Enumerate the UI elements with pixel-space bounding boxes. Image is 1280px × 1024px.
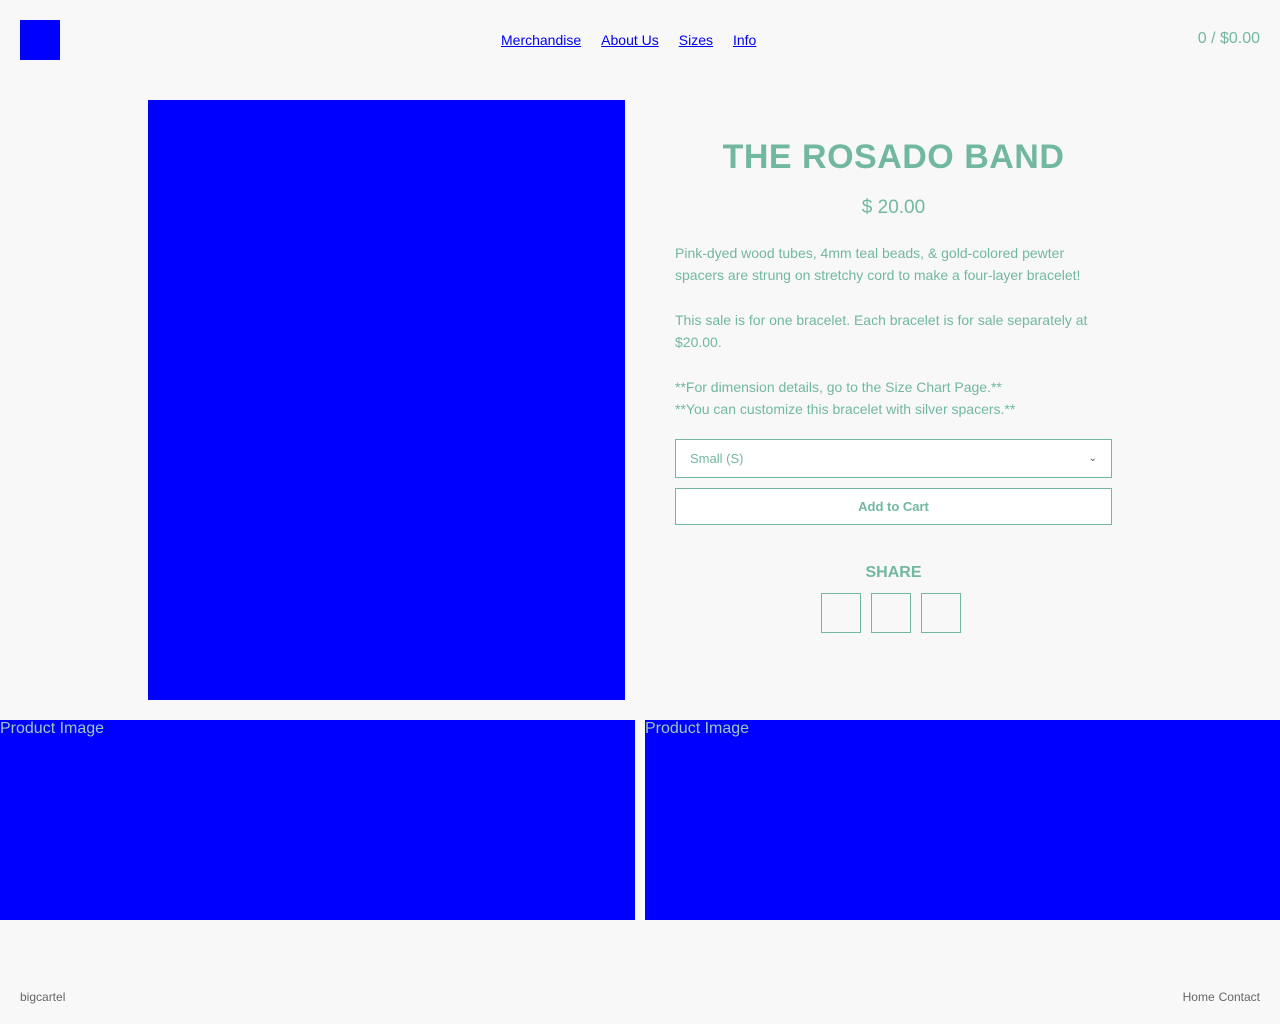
description-paragraph: Pink-dyed wood tubes, 4mm teal beads, & … [675, 245, 1081, 283]
chevron-down-icon: ⌄ [1088, 453, 1097, 464]
description-paragraph: This sale is for one bracelet. Each brac… [675, 312, 1088, 350]
share-twitter-icon[interactable] [871, 593, 911, 633]
product-image-thumbnail[interactable]: Product Image [0, 720, 635, 920]
product-price: $ 20.00 [861, 197, 926, 218]
share-pinterest-icon[interactable] [921, 593, 961, 633]
nav-about-us[interactable]: About Us [601, 32, 659, 48]
product-image-thumbnail[interactable]: Product Image [645, 720, 1280, 920]
store-logo[interactable] [20, 20, 60, 60]
main-nav: Merchandise About Us Sizes Info [501, 32, 756, 48]
product-main-image[interactable] [148, 100, 625, 700]
product-title: THE ROSADO BAND [722, 138, 1065, 176]
size-select[interactable]: Small (S) ⌄ [675, 439, 1112, 478]
share-facebook-icon[interactable] [821, 593, 861, 633]
broken-image-alt: Product Image [645, 720, 750, 737]
share-buttons [821, 593, 961, 633]
footer-credit[interactable]: bigcartel [20, 990, 65, 1004]
nav-info[interactable]: Info [733, 32, 756, 48]
nav-sizes[interactable]: Sizes [679, 32, 713, 48]
add-to-cart-button[interactable]: Add to Cart [675, 488, 1112, 525]
cart-summary[interactable]: 0 / $0.00 [1198, 30, 1260, 48]
description-paragraph: **For dimension details, go to the Size … [675, 379, 1016, 417]
footer-link-contact[interactable]: Contact [1219, 990, 1260, 1004]
share-label: SHARE [865, 564, 922, 581]
broken-image-alt: Product Image [0, 720, 105, 737]
product-description: Pink-dyed wood tubes, 4mm teal beads, & … [675, 242, 1112, 420]
product-details: THE ROSADO BAND $ 20.00 Pink-dyed wood t… [675, 138, 1112, 420]
footer-links: Home Contact [1183, 990, 1260, 1004]
footer-link-home[interactable]: Home [1183, 990, 1215, 1004]
size-selected-value: Small (S) [690, 451, 744, 466]
nav-merchandise[interactable]: Merchandise [501, 32, 581, 48]
size-select-box[interactable]: Small (S) ⌄ [675, 439, 1112, 478]
